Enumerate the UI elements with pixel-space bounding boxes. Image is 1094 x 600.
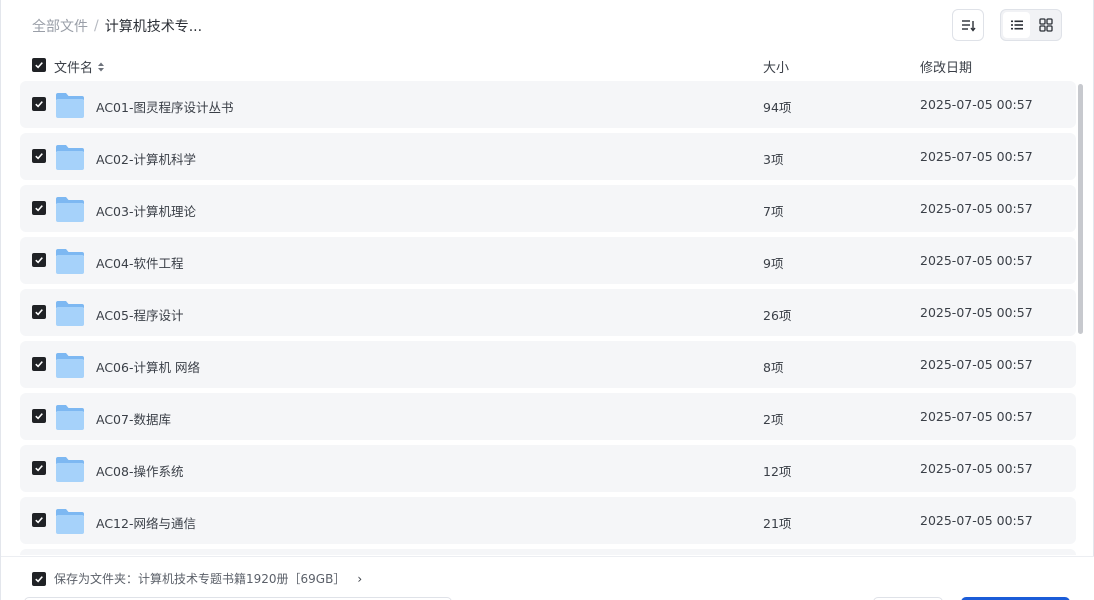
file-size: 2项: [763, 412, 784, 427]
folder-icon: [56, 93, 84, 118]
file-size: 21项: [763, 516, 792, 531]
breadcrumb-root[interactable]: 全部文件: [32, 16, 88, 36]
row-checkbox[interactable]: [32, 149, 46, 163]
check-icon: [35, 465, 43, 472]
file-size: 12项: [763, 464, 792, 479]
file-row[interactable]: AC08-操作系统 12项 2025-07-05 00:57: [20, 445, 1076, 492]
file-size: 94项: [763, 100, 792, 115]
file-date: 2025-07-05 00:57: [920, 97, 1033, 112]
row-checkbox[interactable]: [32, 201, 46, 215]
select-all-checkbox[interactable]: [32, 58, 46, 72]
check-icon: [35, 257, 43, 264]
folder-icon: [56, 301, 84, 326]
file-date: 2025-07-05 00:57: [920, 201, 1033, 216]
breadcrumb-separator: /: [94, 18, 99, 34]
file-size: 7项: [763, 204, 784, 219]
row-checkbox[interactable]: [32, 97, 46, 111]
file-name[interactable]: AC07-数据库: [96, 409, 171, 428]
file-row[interactable]: AC01-图灵程序设计丛书 94项 2025-07-05 00:57: [20, 81, 1076, 128]
sort-toggle-icon: [98, 62, 105, 71]
file-name[interactable]: AC05-程序设计: [96, 305, 183, 324]
breadcrumb: 全部文件 / 计算机技术专...: [32, 16, 202, 36]
list-view-button[interactable]: [1003, 12, 1030, 38]
save-as-folder-option[interactable]: 保存为文件夹：计算机技术专题书籍1920册［69GB］ ›: [32, 570, 362, 587]
file-row-partial[interactable]: [20, 549, 1076, 555]
sort-button[interactable]: [952, 9, 984, 41]
check-icon: [35, 413, 43, 420]
file-size: 3项: [763, 152, 784, 167]
folder-icon: [56, 145, 84, 170]
file-name[interactable]: AC01-图灵程序设计丛书: [96, 97, 233, 116]
view-toggle: [1000, 9, 1062, 41]
check-icon: [35, 309, 43, 316]
file-date: 2025-07-05 00:57: [920, 461, 1033, 476]
file-row[interactable]: AC06-计算机 网络 8项 2025-07-05 00:57: [20, 341, 1076, 388]
file-name[interactable]: AC12-网络与通信: [96, 513, 196, 532]
folder-icon: [56, 197, 84, 222]
row-checkbox[interactable]: [32, 253, 46, 267]
folder-icon: [56, 249, 84, 274]
table-header: 文件名 大小 修改日期: [20, 52, 1076, 78]
file-size: 8项: [763, 360, 784, 375]
grid-view-button[interactable]: [1032, 12, 1059, 38]
file-size: 9项: [763, 256, 784, 271]
row-checkbox[interactable]: [32, 461, 46, 475]
file-name[interactable]: AC03-计算机理论: [96, 201, 196, 220]
check-icon: [35, 101, 43, 108]
column-header-date: 修改日期: [920, 61, 973, 76]
file-date: 2025-07-05 00:57: [920, 253, 1033, 268]
check-icon: [35, 205, 43, 212]
file-name[interactable]: AC06-计算机 网络: [96, 357, 200, 376]
folder-icon: [56, 509, 84, 534]
file-picker-panel: 全部文件 / 计算机技术专... 文件名 大小 修改日期 AC01-图灵程序设计…: [0, 0, 1094, 600]
file-list: AC01-图灵程序设计丛书 94项 2025-07-05 00:57 AC02-…: [20, 81, 1076, 555]
file-row[interactable]: AC02-计算机科学 3项 2025-07-05 00:57: [20, 133, 1076, 180]
file-date: 2025-07-05 00:57: [920, 409, 1033, 424]
row-checkbox[interactable]: [32, 357, 46, 371]
row-checkbox[interactable]: [32, 513, 46, 527]
sort-icon: [962, 20, 976, 32]
file-size: 26项: [763, 308, 792, 323]
file-date: 2025-07-05 00:57: [920, 305, 1033, 320]
list-view-icon: [1010, 20, 1023, 30]
folder-icon: [56, 405, 84, 430]
file-date: 2025-07-05 00:57: [920, 357, 1033, 372]
file-name[interactable]: AC08-操作系统: [96, 461, 183, 480]
chevron-right-icon[interactable]: ›: [357, 572, 362, 586]
check-icon: [35, 517, 43, 524]
bottom-bar: 保存为文件夹：计算机技术专题书籍1920册［69GB］ ›: [1, 556, 1094, 600]
folder-icon: [56, 353, 84, 378]
file-row[interactable]: AC03-计算机理论 7项 2025-07-05 00:57: [20, 185, 1076, 232]
file-date: 2025-07-05 00:57: [920, 513, 1033, 528]
folder-icon: [56, 457, 84, 482]
breadcrumb-current: 计算机技术专...: [104, 19, 203, 35]
column-header-size: 大小: [763, 61, 790, 76]
file-row[interactable]: AC07-数据库 2项 2025-07-05 00:57: [20, 393, 1076, 440]
grid-view-icon: [1038, 18, 1053, 32]
check-icon: [35, 153, 43, 160]
column-header-name-label: 文件名: [54, 61, 94, 76]
file-row[interactable]: AC05-程序设计 26项 2025-07-05 00:57: [20, 289, 1076, 336]
file-row[interactable]: AC04-软件工程 9项 2025-07-05 00:57: [20, 237, 1076, 284]
check-icon: [35, 575, 43, 583]
row-checkbox[interactable]: [32, 305, 46, 319]
file-row[interactable]: AC12-网络与通信 21项 2025-07-05 00:57: [20, 497, 1076, 544]
scrollbar-thumb[interactable]: [1078, 84, 1083, 334]
check-icon: [35, 62, 43, 69]
check-icon: [35, 361, 43, 368]
file-name[interactable]: AC02-计算机科学: [96, 149, 196, 168]
save-as-folder-checkbox[interactable]: [32, 571, 46, 586]
file-name[interactable]: AC04-软件工程: [96, 253, 183, 272]
column-header-name[interactable]: 文件名: [54, 57, 105, 76]
row-checkbox[interactable]: [32, 409, 46, 423]
file-date: 2025-07-05 00:57: [920, 149, 1033, 164]
save-as-folder-label: 保存为文件夹：计算机技术专题书籍1920册［69GB］: [54, 572, 346, 586]
